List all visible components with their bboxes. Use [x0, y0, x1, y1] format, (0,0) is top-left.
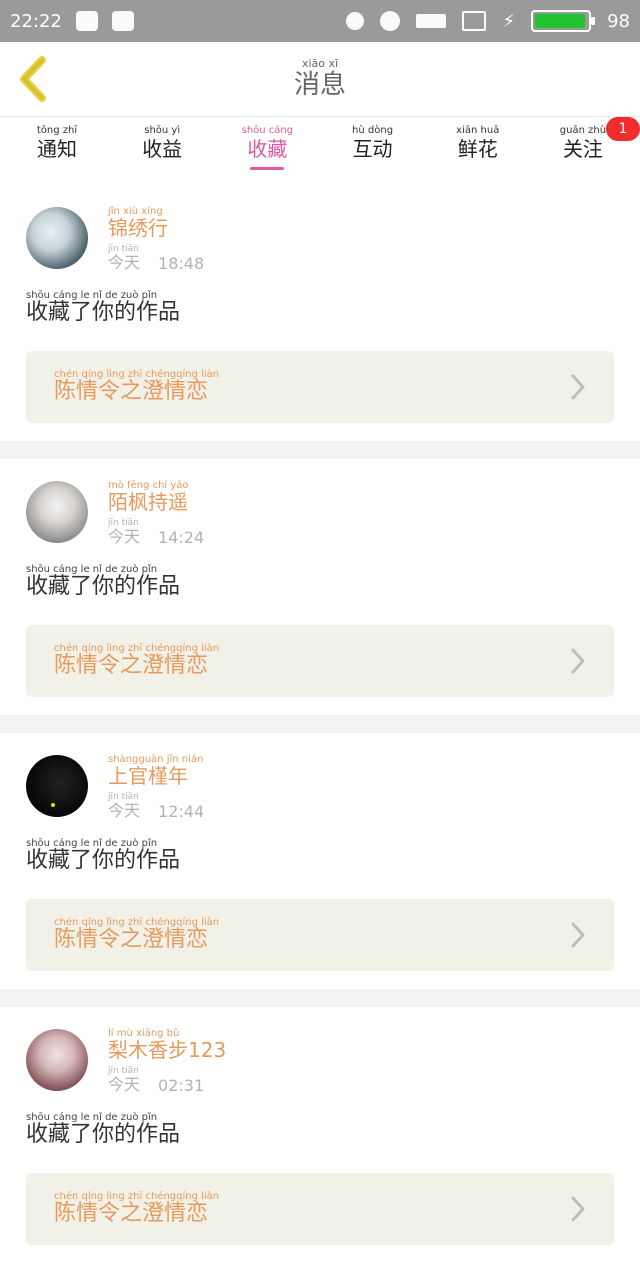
tab-earnings-pinyin: shōu yì: [144, 125, 181, 136]
tab-follow-label: 关注: [562, 137, 603, 161]
status-time: 22:22: [10, 10, 62, 32]
user-name[interactable]: lí mù xiāng bǔ 梨木香步123: [108, 1029, 227, 1062]
signal-icon: [416, 14, 447, 28]
work-link[interactable]: chén qíng lìng zhī chéngqíng liàn 陈情令之澄情…: [26, 1173, 614, 1245]
screen-icon: [462, 11, 487, 31]
message-card: lí mù xiāng bǔ 梨木香步123 jīn tiān 今天 02:31…: [0, 1007, 640, 1263]
work-title: 陈情令之澄情恋: [54, 927, 209, 952]
alarm-icon: [380, 11, 401, 31]
message-time: jīn tiān 今天 02:31: [108, 1067, 226, 1095]
user-name[interactable]: mò fēng chí yáo 陌枫持遥: [108, 481, 204, 514]
page-title-text: 消息: [293, 70, 346, 100]
action-text: shōu cáng le nǐ de zuò pǐn 收藏了你的作品: [26, 291, 614, 325]
message-card: mò fēng chí yáo 陌枫持遥 jīn tiān 今天 14:24 s…: [0, 459, 640, 715]
tab-notice-pinyin: tōng zhī: [36, 125, 78, 136]
charging-icon: ⚡: [502, 10, 516, 32]
time-day: 今天: [108, 1075, 141, 1094]
battery-percent: 98: [607, 10, 630, 32]
action-text: shōu cáng le nǐ de zuò pǐn 收藏了你的作品: [26, 565, 614, 599]
work-title: 陈情令之澄情恋: [54, 1201, 209, 1226]
work-title: 陈情令之澄情恋: [54, 653, 209, 678]
message-time: jīn tiān 今天 14:24: [108, 519, 204, 547]
tab-notice[interactable]: tōng zhī 通知: [18, 125, 96, 161]
message-card: shàngguān jǐn nián 上官槿年 jīn tiān 今天 12:4…: [0, 733, 640, 989]
follow-badge: 1: [606, 117, 640, 141]
action-text: shōu cáng le nǐ de zuò pǐn 收藏了你的作品: [26, 839, 614, 873]
user-name[interactable]: jǐn xiù xíng 锦绣行: [108, 207, 204, 240]
tab-earnings[interactable]: shōu yì 收益: [123, 125, 201, 161]
tab-favorites[interactable]: shōu cáng 收藏: [228, 125, 306, 170]
qq-icon: [75, 11, 98, 31]
action-label: 收藏了你的作品: [26, 1122, 181, 1147]
tab-interactions-pinyin: hù dòng: [352, 125, 394, 136]
avatar[interactable]: [26, 755, 88, 817]
time-value: 18:48: [158, 254, 205, 273]
page-title-pinyin: xiāo xī: [301, 57, 339, 70]
user-name-text: 陌枫持遥: [108, 490, 188, 514]
chevron-right-icon: [571, 648, 585, 674]
time-value: 12:44: [158, 802, 205, 821]
tab-bar: tōng zhī 通知 shōu yì 收益 shōu cáng 收藏 hù d…: [0, 117, 640, 179]
chevron-right-icon: [571, 374, 585, 400]
work-pinyin: chén qíng lìng zhī chéngqíng liàn: [54, 1191, 220, 1202]
action-label: 收藏了你的作品: [26, 300, 181, 325]
active-tab-indicator: [250, 167, 285, 170]
header: xiāo xī 消息: [0, 42, 640, 117]
work-link[interactable]: chén qíng lìng zhī chéngqíng liàn 陈情令之澄情…: [26, 899, 614, 971]
tab-flowers-label: 鲜花: [457, 137, 498, 161]
work-link[interactable]: chén qíng lìng zhī chéngqíng liàn 陈情令之澄情…: [26, 351, 614, 423]
user-name-text: 梨木香步123: [108, 1038, 227, 1062]
battery-icon: [531, 10, 596, 32]
tab-interactions-label: 互动: [352, 137, 393, 161]
message-time: jīn tiān 今天 18:48: [108, 245, 204, 273]
chevron-right-icon: [571, 1196, 585, 1222]
tab-interactions[interactable]: hù dòng 互动: [334, 125, 412, 161]
tab-favorites-pinyin: shōu cáng: [241, 125, 294, 136]
chevron-right-icon: [571, 922, 585, 948]
tab-favorites-label: 收藏: [247, 137, 288, 161]
user-name[interactable]: shàngguān jǐn nián 上官槿年: [108, 755, 204, 788]
tab-earnings-label: 收益: [142, 137, 183, 161]
chevron-left-icon[interactable]: [16, 56, 52, 102]
avatar[interactable]: [26, 1029, 88, 1091]
time-value: 14:24: [158, 528, 205, 547]
user-name-text: 锦绣行: [108, 216, 168, 240]
user-name-text: 上官槿年: [108, 764, 188, 788]
action-label: 收藏了你的作品: [26, 848, 181, 873]
muted-bell-icon: [346, 12, 365, 30]
message-card: jǐn xiù xíng 锦绣行 jīn tiān 今天 18:48 shōu …: [0, 179, 640, 441]
page-title: xiāo xī 消息: [293, 57, 346, 101]
time-day: 今天: [108, 253, 141, 272]
tab-flowers-pinyin: xiān huā: [456, 125, 500, 136]
tab-flowers[interactable]: xiān huā 鲜花: [439, 125, 517, 161]
avatar[interactable]: [26, 207, 88, 269]
action-text: shōu cáng le nǐ de zuò pǐn 收藏了你的作品: [26, 1113, 614, 1147]
status-bar: 22:22 ⚡ 98: [0, 0, 640, 42]
work-title: 陈情令之澄情恋: [54, 379, 209, 404]
time-day: 今天: [108, 527, 141, 546]
work-link[interactable]: chén qíng lìng zhī chéngqíng liàn 陈情令之澄情…: [26, 625, 614, 697]
time-value: 02:31: [158, 1076, 205, 1095]
time-day: 今天: [108, 801, 141, 820]
image-icon: [111, 11, 134, 31]
avatar[interactable]: [26, 481, 88, 543]
battery-level-fill: [535, 14, 586, 28]
message-time: jīn tiān 今天 12:44: [108, 793, 204, 821]
action-label: 收藏了你的作品: [26, 574, 181, 599]
tab-notice-label: 通知: [37, 137, 77, 161]
